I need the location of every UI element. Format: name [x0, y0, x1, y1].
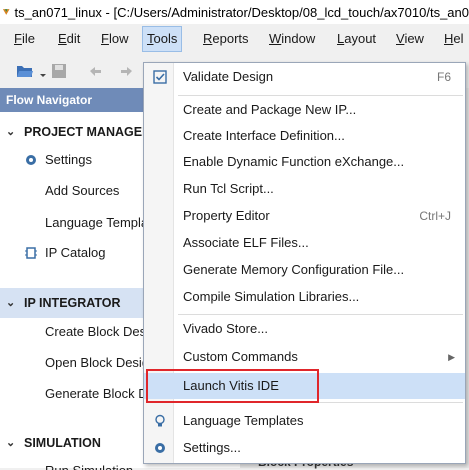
menu-create-package-ip[interactable]: Create and Package New IP... — [144, 97, 465, 123]
open-folder-icon[interactable] — [16, 62, 34, 80]
submenu-arrow-icon: ▶ — [448, 352, 455, 362]
menu-vivado-store[interactable]: Vivado Store... — [144, 316, 465, 342]
menu-separator — [178, 95, 463, 96]
save-icon[interactable] — [50, 62, 68, 80]
menu-associate-elf-files[interactable]: Associate ELF Files... — [144, 230, 465, 256]
menu-language-templates[interactable]: Language Templates — [144, 408, 465, 434]
vivado-logo-icon — [2, 9, 10, 15]
menu-enable-dfx[interactable]: Enable Dynamic Function eXchange... — [144, 149, 465, 175]
menu-run-tcl-script[interactable]: Run Tcl Script... — [144, 176, 465, 202]
checkbox-checked-icon — [153, 70, 167, 84]
menu-view[interactable]: View — [392, 26, 428, 52]
menu-help[interactable]: Hel — [440, 26, 468, 52]
chevron-down-icon[interactable]: ⌄ — [6, 428, 16, 458]
dropdown-arrow-icon[interactable] — [38, 62, 48, 80]
title-bar: ts_an071_linux - [C:/Users/Administrator… — [0, 0, 469, 24]
window-title: ts_an071_linux - [C:/Users/Administrator… — [14, 4, 469, 20]
undo-icon[interactable] — [86, 62, 104, 80]
menu-bar: File Edit Flow Tools Reports Window Layo… — [0, 26, 469, 52]
menu-file[interactable]: File — [10, 26, 39, 52]
menu-property-editor[interactable]: Property Editor Ctrl+J — [144, 203, 465, 229]
menu-create-interface-definition[interactable]: Create Interface Definition... — [144, 123, 465, 149]
menu-edit[interactable]: Edit — [54, 26, 84, 52]
ip-catalog-icon — [25, 247, 37, 259]
menu-compile-simulation-libraries[interactable]: Compile Simulation Libraries... — [144, 284, 465, 310]
menu-validate-design[interactable]: Validate Design F6 — [144, 64, 465, 90]
redo-icon[interactable] — [118, 62, 136, 80]
menu-generate-memory-config[interactable]: Generate Memory Configuration File... — [144, 257, 465, 283]
menu-layout[interactable]: Layout — [333, 26, 380, 52]
menu-tools[interactable]: Tools — [142, 26, 183, 52]
chevron-down-icon[interactable]: ⌄ — [6, 117, 16, 147]
lightbulb-icon — [155, 414, 165, 427]
menu-settings[interactable]: Settings... — [144, 435, 465, 461]
chevron-down-icon[interactable]: ⌄ — [6, 288, 16, 318]
tools-dropdown-menu: Validate Design F6 Create and Package Ne… — [143, 62, 466, 464]
highlight-annotation-box — [146, 369, 319, 403]
menu-reports[interactable]: Reports — [199, 26, 253, 52]
menu-custom-commands[interactable]: Custom Commands ▶ — [144, 344, 465, 370]
gear-icon — [26, 155, 36, 165]
menu-flow[interactable]: Flow — [97, 26, 132, 52]
menu-separator — [178, 314, 463, 315]
gear-icon — [155, 443, 165, 453]
menu-window[interactable]: Window — [265, 26, 319, 52]
